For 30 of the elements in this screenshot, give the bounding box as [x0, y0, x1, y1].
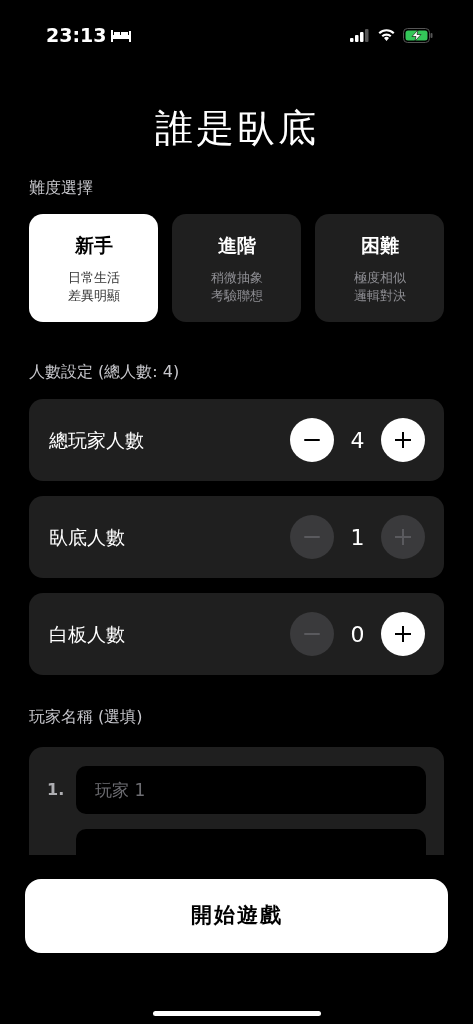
section-label: 玩家名稱 (選填): [29, 706, 144, 728]
setting-label: 臥底人數: [49, 524, 125, 550]
increase-button[interactable]: [381, 612, 425, 656]
section-label: 人數設定 (總人數: 4): [29, 361, 181, 383]
minus-icon: [304, 633, 320, 635]
plus-icon: [395, 529, 411, 545]
count-value: 4: [349, 426, 366, 455]
player-number: 1.: [47, 779, 61, 801]
battery-charging-icon: [403, 27, 433, 43]
page-title: 誰是臥底: [153, 105, 320, 152]
count-value: 1: [349, 523, 366, 552]
minus-icon: [304, 439, 320, 441]
wifi-icon: [377, 28, 396, 42]
difficulty-card[interactable]: 進階 稍微抽象 考驗聯想: [172, 214, 301, 322]
plus-icon: [395, 626, 411, 642]
start-game-button[interactable]: 開始遊戲: [25, 879, 448, 953]
minus-icon: [304, 536, 320, 538]
plus-icon: [395, 432, 411, 448]
increase-button[interactable]: [381, 418, 425, 462]
setting-label: 白板人數: [49, 621, 125, 647]
count-value: 0: [349, 620, 366, 649]
difficulty-card[interactable]: 困難 極度相似 邏輯對決: [315, 214, 444, 322]
bed-icon: [110, 28, 133, 42]
status-time: 23:13: [46, 22, 107, 48]
decrease-button[interactable]: [290, 418, 334, 462]
player-name-field[interactable]: 玩家 1: [76, 766, 426, 814]
setting-label: 總玩家人數: [49, 427, 144, 453]
section-label: 難度選擇: [29, 177, 94, 199]
signal-icon: [350, 28, 370, 42]
difficulty-card[interactable]: 新手 日常生活 差異明顯: [29, 214, 158, 322]
